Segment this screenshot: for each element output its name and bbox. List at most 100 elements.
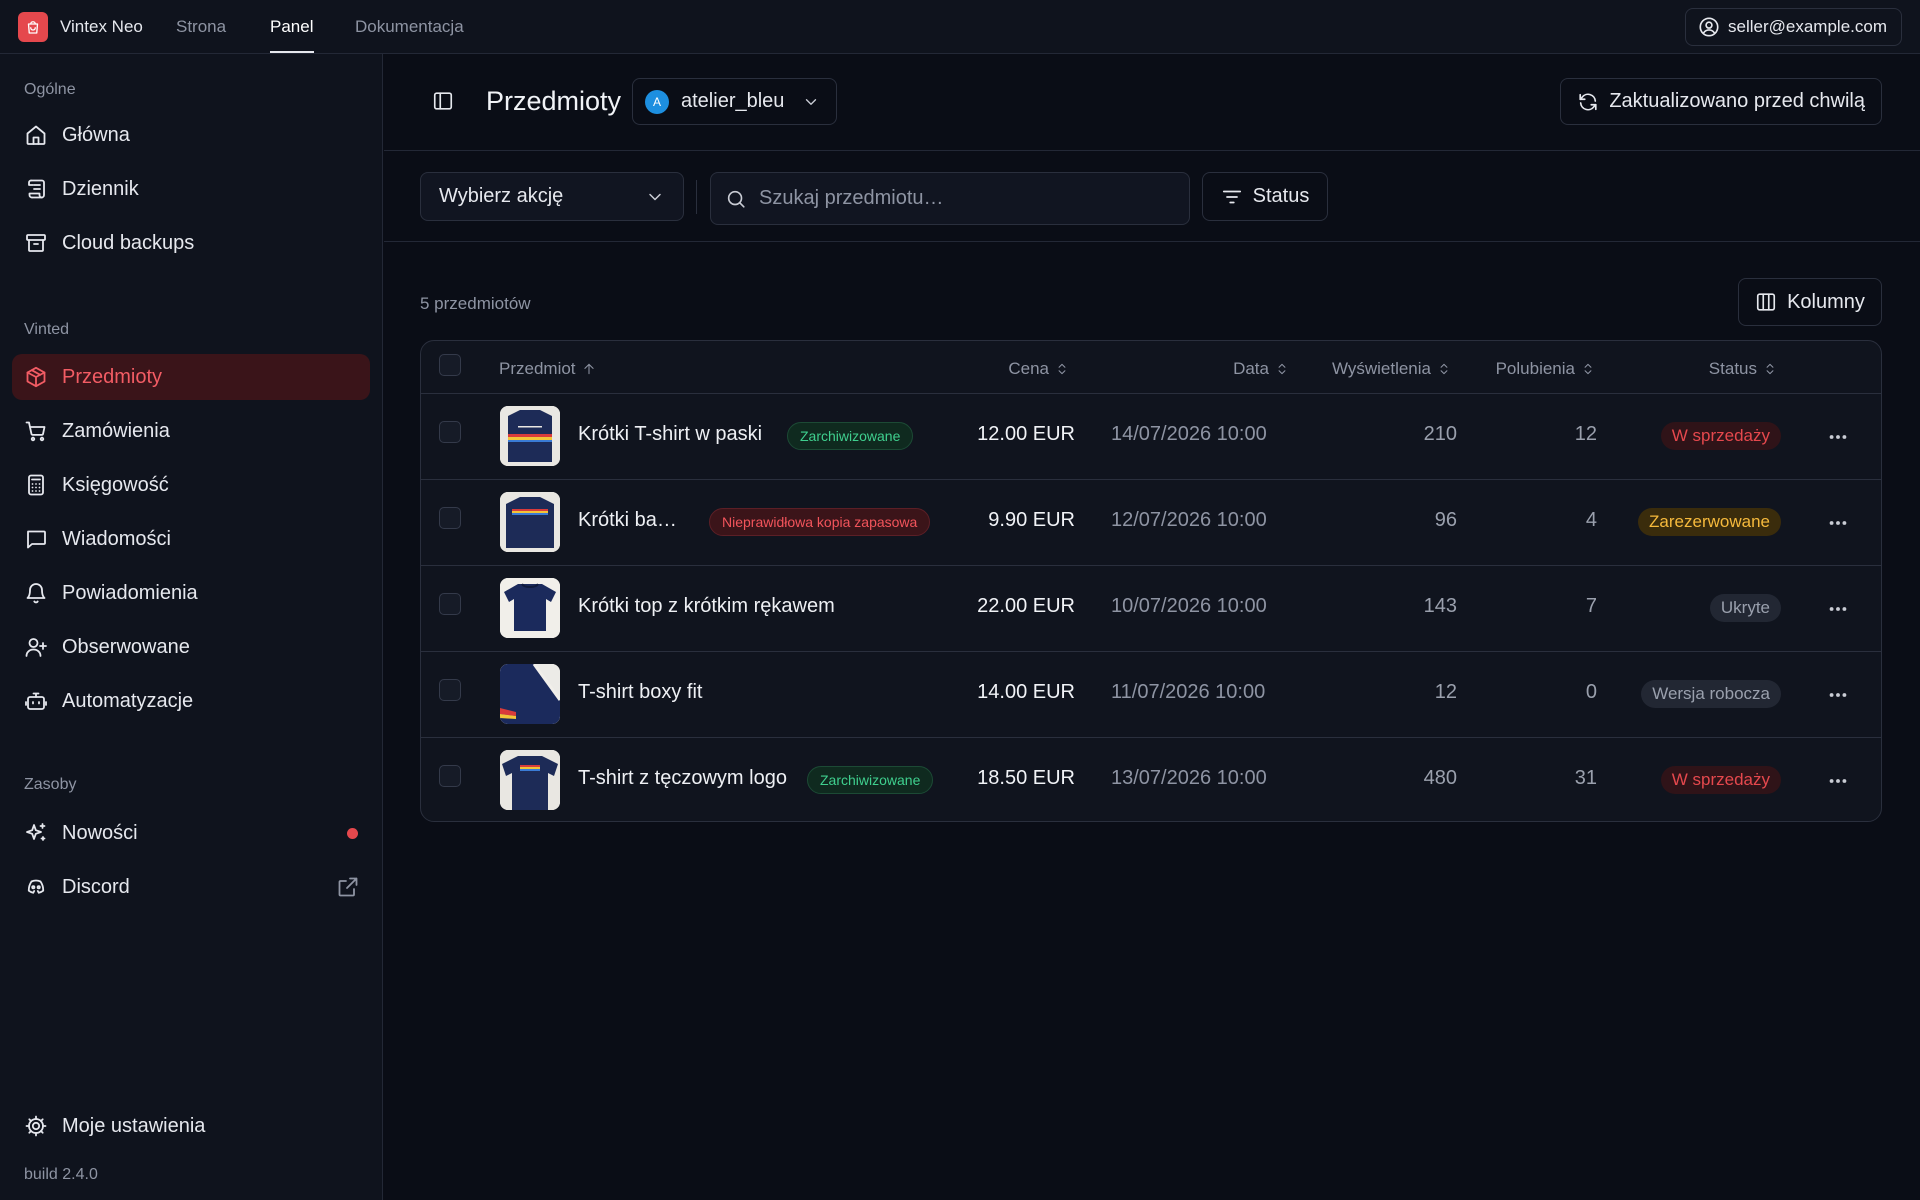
row-checkbox[interactable] (439, 679, 461, 701)
chevron-down-icon (649, 193, 661, 201)
sparkles-icon (26, 823, 46, 841)
sidebar-item-items[interactable]: Przedmioty (12, 354, 370, 400)
sidebar-item-notifications[interactable]: Powiadomienia (12, 570, 370, 616)
refresh-label: Zaktualizowano przed chwilą (1609, 90, 1865, 112)
sidebar-item-label: Księgowość (62, 473, 169, 496)
item-likes: 31 (1574, 767, 1597, 789)
bulk-action-select[interactable]: Wybierz akcję (420, 172, 684, 221)
sidebar-item-accounting[interactable]: Księgowość (12, 462, 370, 508)
item-price: 9.90 EUR (988, 509, 1075, 531)
sidebar-item-label: Powiadomienia (62, 581, 198, 604)
table-row[interactable]: Krótki top z krótkim rękawem 22.00 EUR 1… (421, 566, 1881, 652)
account-name: atelier_bleu (681, 90, 785, 112)
item-name[interactable]: Krótki T-shirt w paski (578, 423, 762, 446)
sidebar-item-label: Obserwowane (62, 635, 190, 658)
account-button[interactable]: seller@example.com (1685, 8, 1902, 46)
more-actions-icon[interactable] (1827, 512, 1849, 534)
status-badge: Zarezerwowane (1638, 508, 1781, 536)
columns-button[interactable]: Kolumny (1738, 278, 1882, 326)
item-name[interactable]: T-shirt z tęczowym logo (578, 767, 787, 790)
sidebar-item-label: Dziennik (62, 177, 139, 200)
table-row[interactable]: T-shirt z tęczowym logo Zarchiwizowane 1… (421, 738, 1881, 821)
item-name[interactable]: Krótki ba… (578, 509, 677, 532)
filter-icon (1222, 190, 1241, 203)
row-checkbox[interactable] (439, 593, 461, 615)
archive-icon (26, 234, 46, 252)
row-checkbox[interactable] (439, 421, 461, 443)
table-row[interactable]: Krótki ba… Nieprawidłowa kopia zapasowa … (421, 480, 1881, 566)
row-checkbox[interactable] (439, 507, 461, 529)
calculator-icon (28, 474, 44, 496)
column-header-price[interactable]: Cena (1008, 359, 1069, 379)
nav-dokumentacja[interactable]: Dokumentacja (355, 17, 464, 37)
refresh-button[interactable]: Zaktualizowano przed chwilą (1560, 78, 1882, 125)
item-date: 14/07/2026 10:00 (1111, 423, 1267, 445)
column-header-likes[interactable]: Polubienia (1496, 359, 1595, 379)
column-header-status[interactable]: Status (1709, 359, 1777, 379)
sort-icon (1584, 363, 1592, 375)
sidebar-item-label: Zamówienia (62, 419, 170, 442)
page-title: Przedmioty (486, 86, 622, 116)
bot-icon (25, 692, 47, 710)
column-header-date[interactable]: Data (1233, 359, 1289, 379)
sidebar-item-log[interactable]: Dziennik (12, 166, 370, 212)
sidebar-item-messages[interactable]: Wiadomości (12, 516, 370, 562)
search-input[interactable] (759, 187, 1159, 210)
sidebar-item-news[interactable]: Nowości (12, 810, 370, 856)
nav-strona[interactable]: Strona (176, 17, 226, 37)
item-name[interactable]: Krótki top z krótkim rękawem (578, 595, 835, 618)
item-thumbnail (500, 492, 560, 552)
status-filter-button[interactable]: Status (1202, 172, 1328, 221)
external-link-icon (338, 877, 358, 897)
search-box[interactable] (710, 172, 1190, 225)
top-bar: Vintex Neo Strona Panel Dokumentacja sel… (0, 0, 1920, 54)
more-actions-icon[interactable] (1827, 770, 1849, 792)
bell-icon (26, 583, 46, 604)
item-thumbnail (500, 750, 560, 810)
table-row[interactable]: Krótki T-shirt w paski Zarchiwizowane 12… (421, 394, 1881, 480)
sort-icon (1058, 363, 1066, 375)
status-badge: W sprzedaży (1660, 422, 1781, 450)
sidebar: Ogólne Główna Dziennik Cloud backups Vin… (0, 54, 383, 1200)
vinted-account-select[interactable]: A atelier_bleu (632, 78, 837, 125)
message-square-icon (27, 530, 46, 549)
sidebar-item-label: Przedmioty (62, 365, 163, 388)
select-all-checkbox[interactable] (439, 354, 461, 376)
brand-logo-icon[interactable] (18, 12, 48, 42)
column-header-item[interactable]: Przedmiot (499, 359, 596, 379)
column-header-views[interactable]: Wyświetlenia (1332, 359, 1451, 379)
status-badge: W sprzedaży (1660, 766, 1781, 794)
sidebar-item-discord[interactable]: Discord (12, 864, 370, 910)
item-views: 96 (1434, 509, 1457, 531)
box-icon (26, 366, 46, 388)
item-views: 12 (1434, 681, 1457, 703)
item-date: 13/07/2026 10:00 (1111, 767, 1267, 789)
sidebar-item-automations[interactable]: Automatyzacje (12, 678, 370, 724)
column-header-label: Wyświetlenia (1331, 359, 1431, 378)
more-actions-icon[interactable] (1827, 598, 1849, 620)
page-header: Przedmioty A atelier_bleu Zaktualizowano… (384, 54, 1920, 151)
item-name[interactable]: T-shirt boxy fit (578, 681, 702, 704)
sidebar-toggle-icon[interactable] (432, 90, 454, 112)
more-actions-icon[interactable] (1827, 684, 1849, 706)
more-actions-icon[interactable] (1827, 426, 1849, 448)
sidebar-item-home[interactable]: Główna (12, 112, 370, 158)
brand-name[interactable]: Vintex Neo (60, 17, 143, 37)
home-icon (26, 125, 46, 145)
item-likes: 7 (1585, 595, 1597, 617)
sidebar-item-orders[interactable]: Zamówienia (12, 408, 370, 454)
row-checkbox[interactable] (439, 765, 461, 787)
item-price: 22.00 EUR (977, 595, 1075, 617)
toolbar-divider (696, 180, 697, 214)
columns-label: Kolumny (1787, 290, 1865, 313)
table-row[interactable]: T-shirt boxy fit 14.00 EUR 11/07/2026 10… (421, 652, 1881, 738)
refresh-icon (1579, 92, 1597, 111)
search-icon (727, 190, 745, 208)
nav-panel[interactable]: Panel (270, 17, 313, 37)
sidebar-item-settings[interactable]: Moje ustawienia (12, 1103, 370, 1149)
archived-badge: Zarchiwizowane (807, 766, 934, 794)
item-price: 14.00 EUR (977, 681, 1075, 703)
sidebar-item-followed[interactable]: Obserwowane (12, 624, 370, 670)
arrow-up-icon (583, 363, 594, 375)
sidebar-item-cloud-backups[interactable]: Cloud backups (12, 220, 370, 266)
